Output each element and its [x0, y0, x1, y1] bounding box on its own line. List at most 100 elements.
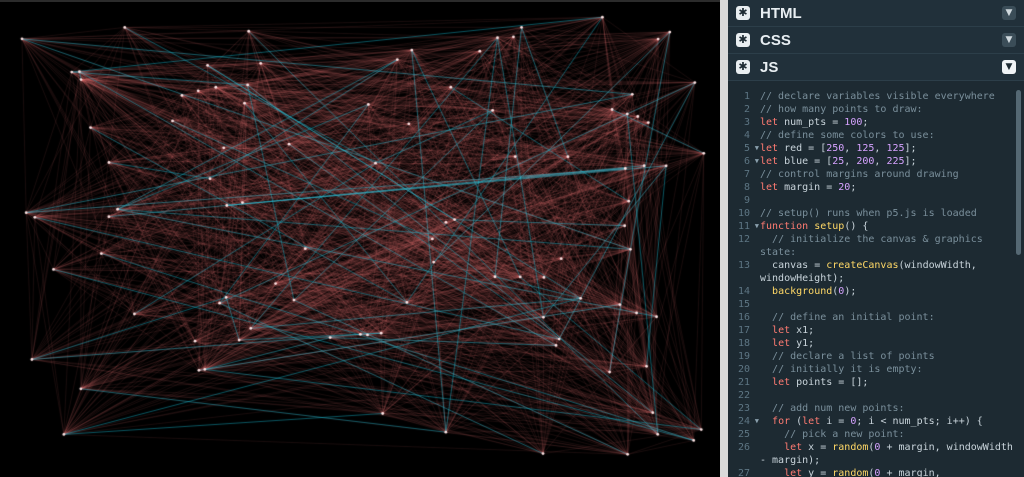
code-text: // define some colors to use: [760, 130, 935, 141]
code-text: let points = []; [772, 377, 869, 388]
pane-divider[interactable] [720, 0, 728, 477]
code-text: // declare a list of points [772, 351, 935, 362]
code-text: // define an initial point: [772, 312, 935, 323]
code-editor: ✱ HTML ▼ ✱ CSS ▼ ✱ JS ▼ 1 // declare vari… [728, 0, 1024, 477]
code-line[interactable]: 2 // how many points to draw: [728, 103, 1024, 116]
line-number: 7 [743, 169, 750, 180]
code-line[interactable]: 10 // setup() runs when p5.js is loaded [728, 207, 1024, 220]
code-text: // add num new points: [772, 403, 905, 414]
line-number: 14 [737, 286, 750, 297]
code-text: let num_pts = 100; [760, 117, 869, 128]
code-text: let red = [250, 125, 125]; [760, 143, 917, 154]
gear-icon[interactable]: ✱ [736, 6, 750, 20]
code-text: // initially it is empty: [772, 364, 923, 375]
line-number: 2 [743, 104, 750, 115]
line-number: 4 [743, 130, 750, 141]
chevron-down-icon[interactable]: ▼ [1002, 6, 1016, 20]
code-line[interactable]: 11 ▼ function setup() { [728, 220, 1024, 233]
code-line[interactable]: 13 canvas = createCanvas(windowWidth, wi… [728, 259, 1024, 285]
code-scrollbar[interactable] [1016, 90, 1021, 255]
line-number: 6 ▼ [743, 156, 759, 167]
fold-arrow-icon[interactable]: ▼ [755, 415, 759, 428]
line-number: 25 [737, 429, 750, 440]
code-line[interactable]: 15 [728, 298, 1024, 311]
line-number: 13 [737, 260, 750, 271]
code-line[interactable]: 18 let y1; [728, 337, 1024, 350]
code-line[interactable]: 24 ▼ for (let i = 0; i < num_pts; i++) { [728, 415, 1024, 428]
code-line[interactable]: 21 let points = []; [728, 376, 1024, 389]
code-text: let blue = [25, 200, 225]; [760, 156, 917, 167]
code-text: let y1; [772, 338, 815, 349]
code-line[interactable]: 17 let x1; [728, 324, 1024, 337]
code-text: let margin = 20; [760, 182, 857, 193]
code-line[interactable]: 5 ▼ let red = [250, 125, 125]; [728, 142, 1024, 155]
code-line[interactable]: 1 // declare variables visible everywhere [728, 90, 1024, 103]
panel-html-title: HTML [760, 4, 802, 22]
line-number: 26 [737, 442, 750, 453]
code-text: // control margins around drawing [760, 169, 959, 180]
code-line[interactable]: 27 let y = random(0 + margin, windowHeig… [728, 467, 1024, 477]
line-number: 11 ▼ [737, 221, 759, 232]
js-code-area[interactable]: 1 // declare variables visible everywhere… [728, 86, 1024, 477]
line-number: 3 [743, 117, 750, 128]
code-line[interactable]: 25 // pick a new point: [728, 428, 1024, 441]
fold-arrow-icon[interactable]: ▼ [755, 220, 759, 233]
code-line[interactable]: 14 background(0); [728, 285, 1024, 298]
line-number: 16 [737, 312, 750, 323]
code-text: for (let i = 0; i < num_pts; i++) { [772, 416, 983, 427]
line-number: 27 [737, 468, 750, 477]
code-line[interactable]: 12 // initialize the canvas & graphics s… [728, 233, 1024, 259]
code-text: background(0); [772, 286, 857, 297]
code-line[interactable]: 22 [728, 389, 1024, 402]
code-line[interactable]: 4 // define some colors to use: [728, 129, 1024, 142]
code-line[interactable]: 16 // define an initial point: [728, 311, 1024, 324]
code-line[interactable]: 8 let margin = 20; [728, 181, 1024, 194]
code-line[interactable]: 19 // declare a list of points [728, 350, 1024, 363]
code-text: let x1; [772, 325, 815, 336]
code-text: // initialize the canvas & graphics stat… [760, 234, 989, 258]
code-line[interactable]: 20 // initially it is empty: [728, 363, 1024, 376]
panel-css-title: CSS [760, 31, 791, 49]
line-number: 21 [737, 377, 750, 388]
code-text: function setup() { [760, 221, 869, 232]
line-number: 17 [737, 325, 750, 336]
panel-css[interactable]: ✱ CSS ▼ [728, 27, 1024, 54]
chevron-down-icon[interactable]: ▼ [1002, 33, 1016, 47]
line-number: 18 [737, 338, 750, 349]
code-text: canvas = createCanvas(windowWidth, windo… [760, 260, 983, 284]
code-line[interactable]: 7 // control margins around drawing [728, 168, 1024, 181]
code-line[interactable]: 3 let num_pts = 100; [728, 116, 1024, 129]
panel-html[interactable]: ✱ HTML ▼ [728, 0, 1024, 27]
code-line[interactable]: 6 ▼ let blue = [25, 200, 225]; [728, 155, 1024, 168]
code-line[interactable]: 23 // add num new points: [728, 402, 1024, 415]
code-text: // how many points to draw: [760, 104, 923, 115]
sketch-canvas[interactable] [0, 2, 720, 477]
chevron-down-icon[interactable]: ▼ [1002, 60, 1016, 74]
line-number: 8 [743, 182, 750, 193]
code-line[interactable]: 26 let x = random(0 + margin, windowWidt… [728, 441, 1024, 467]
line-number: 22 [737, 390, 750, 401]
line-number: 23 [737, 403, 750, 414]
line-number: 19 [737, 351, 750, 362]
line-number: 5 ▼ [743, 143, 759, 154]
fold-arrow-icon[interactable]: ▼ [755, 155, 759, 168]
code-text: let x = random(0 + margin, windowWidth -… [760, 442, 1019, 466]
gear-icon[interactable]: ✱ [736, 33, 750, 47]
code-text: // setup() runs when p5.js is loaded [760, 208, 977, 219]
code-text: // declare variables visible everywhere [760, 91, 995, 102]
fold-arrow-icon[interactable]: ▼ [755, 142, 759, 155]
line-number: 1 [743, 91, 750, 102]
panel-js-title: JS [760, 58, 779, 76]
line-number: 9 [743, 195, 750, 206]
code-text: let y = random(0 + margin, windowHeight … [784, 468, 941, 477]
panel-js[interactable]: ✱ JS ▼ [728, 54, 1024, 81]
code-line[interactable]: 9 [728, 194, 1024, 207]
code-text: // pick a new point: [784, 429, 905, 440]
sketch-preview[interactable] [0, 0, 720, 477]
line-number: 12 [737, 234, 750, 245]
gear-icon[interactable]: ✱ [736, 60, 750, 74]
line-number: 10 [737, 208, 750, 219]
